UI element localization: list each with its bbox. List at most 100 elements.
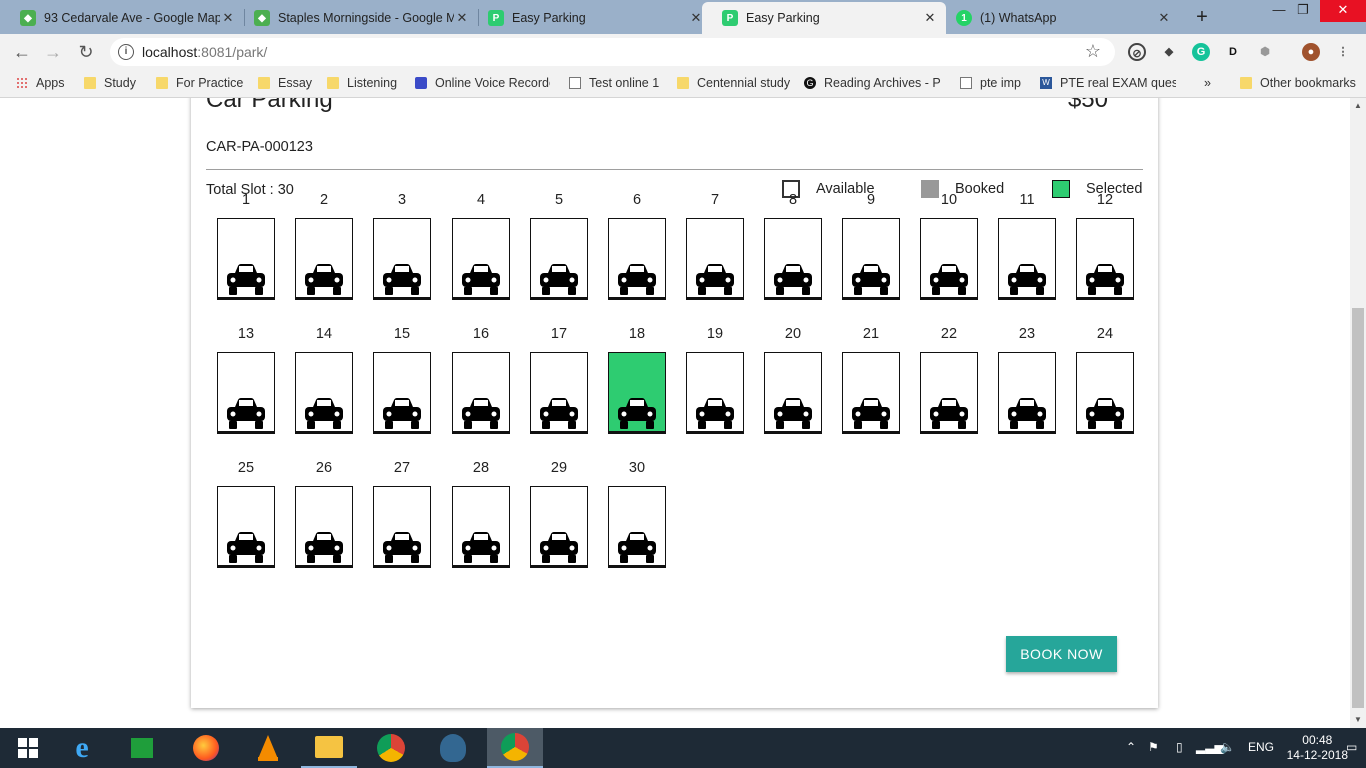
parking-slot-available[interactable] <box>1076 218 1134 300</box>
parking-slot-available[interactable] <box>373 218 431 300</box>
bookmark-item[interactable]: Listening <box>327 76 397 90</box>
parking-slot-available[interactable] <box>217 218 275 300</box>
parking-slot-available[interactable] <box>295 218 353 300</box>
forward-button[interactable]: → <box>41 40 65 64</box>
parking-slot-available[interactable] <box>920 218 978 300</box>
page-scrollbar[interactable]: ▲ ▼ <box>1350 98 1366 728</box>
parking-slot-available[interactable] <box>373 352 431 434</box>
slot-number: 18 <box>628 326 646 342</box>
overflow-chevron-icon: » <box>1204 76 1211 90</box>
other-bookmarks[interactable]: Other bookmarks <box>1240 76 1356 90</box>
bookmark-label: Listening <box>347 76 398 90</box>
block-extension-icon[interactable]: ⊘ <box>1128 43 1146 61</box>
bookmark-star-icon[interactable]: ☆ <box>1085 41 1101 62</box>
bookmark-item[interactable]: Study <box>84 76 136 90</box>
parking-slot-available[interactable] <box>373 486 431 568</box>
browser-tab[interactable]: ◆ 93 Cedarvale Ave - Google Map ✕ <box>0 2 244 34</box>
taskbar-chrome-active[interactable] <box>487 728 543 768</box>
site-info-icon[interactable]: i <box>118 44 134 60</box>
parking-slot-available[interactable] <box>452 218 510 300</box>
back-button[interactable]: ← <box>10 40 34 64</box>
book-now-button[interactable]: BOOK NOW <box>1006 636 1117 672</box>
parking-slot-available[interactable] <box>920 352 978 434</box>
grammarly-icon[interactable]: G <box>1192 43 1210 61</box>
bookmark-item[interactable]: Test online 1 <box>569 76 659 90</box>
bookmark-item[interactable]: G Reading Archives - P <box>804 76 942 90</box>
taskbar-internet-explorer[interactable]: e <box>54 728 110 768</box>
notifications-icon[interactable]: ▭ <box>1346 740 1357 754</box>
dictionary-extension-icon[interactable]: D <box>1224 43 1242 61</box>
taskbar-pgadmin[interactable] <box>425 728 481 768</box>
parking-slot-available[interactable] <box>217 486 275 568</box>
bookmark-label: Other bookmarks <box>1260 76 1356 90</box>
parking-slot-available[interactable] <box>764 218 822 300</box>
parking-slot-available[interactable] <box>1076 352 1134 434</box>
bookmark-item[interactable]: Apps <box>16 76 65 90</box>
reading-icon: G <box>804 77 816 89</box>
parking-slot-available[interactable] <box>998 352 1056 434</box>
close-window-button[interactable]: ✕ <box>1320 0 1366 22</box>
parking-slot-available[interactable] <box>686 218 744 300</box>
bookmarks-overflow-button[interactable]: » <box>1204 76 1211 90</box>
bookmark-item[interactable]: pte imp <box>960 76 1021 90</box>
easy-parking-icon: P <box>488 10 504 26</box>
slot-number: 1 <box>241 192 251 208</box>
parking-slot-available[interactable] <box>842 352 900 434</box>
bookmark-item[interactable]: W PTE real EXAM quest <box>1040 76 1176 90</box>
clock-date: 14-12-2018 <box>1286 748 1348 762</box>
taskbar-store[interactable] <box>114 728 170 768</box>
browser-tab[interactable]: P Easy Parking ✕ <box>468 2 712 34</box>
parking-slot-available[interactable] <box>608 218 666 300</box>
parking-slot-available[interactable] <box>295 352 353 434</box>
browser-tab[interactable]: 1 (1) WhatsApp ✕ <box>936 2 1180 34</box>
volume-icon[interactable]: 🔈 <box>1220 740 1235 754</box>
browser-tab-active[interactable]: P Easy Parking ✕ <box>702 2 946 34</box>
car-icon <box>540 398 578 429</box>
taskbar-chrome[interactable] <box>363 728 419 768</box>
language-indicator[interactable]: ENG <box>1248 740 1274 754</box>
taskbar-firefox[interactable] <box>178 728 234 768</box>
clock[interactable]: 00:48 14-12-2018 <box>1287 733 1348 763</box>
eraser-extension-icon[interactable]: ◆ <box>1160 43 1178 61</box>
taskbar-file-explorer[interactable] <box>301 728 357 768</box>
parking-slot-available[interactable] <box>452 486 510 568</box>
parking-slot-available[interactable] <box>998 218 1056 300</box>
profile-avatar[interactable]: ● <box>1302 43 1320 61</box>
parking-slot-available[interactable] <box>530 218 588 300</box>
scrollbar-thumb[interactable] <box>1352 308 1364 708</box>
parking-slot-available[interactable] <box>608 486 666 568</box>
scroll-down-arrow-icon[interactable]: ▼ <box>1350 712 1366 728</box>
parking-slot-available[interactable] <box>217 352 275 434</box>
scroll-up-arrow-icon[interactable]: ▲ <box>1350 98 1366 114</box>
parking-slot-available[interactable] <box>452 352 510 434</box>
start-button[interactable] <box>0 728 56 768</box>
address-bar[interactable]: i localhost:8081/park/ ☆ <box>110 38 1115 66</box>
car-icon <box>852 264 890 295</box>
car-icon <box>618 532 656 563</box>
browser-tab[interactable]: ◆ Staples Morningside - Google M ✕ <box>234 2 478 34</box>
page-icon <box>569 77 581 89</box>
bookmark-label: pte imp <box>980 76 1021 90</box>
battery-icon[interactable]: ▯ <box>1176 740 1183 754</box>
shield-extension-icon[interactable]: ⬢ <box>1256 43 1274 61</box>
bookmark-item[interactable]: Online Voice Recorde <box>415 76 550 90</box>
parking-slot-available[interactable] <box>764 352 822 434</box>
parking-slot-available[interactable] <box>686 352 744 434</box>
parking-slot-available[interactable] <box>842 218 900 300</box>
show-hidden-icons-icon[interactable]: ⌃ <box>1126 740 1136 754</box>
parking-slot-available[interactable] <box>295 486 353 568</box>
new-tab-button[interactable]: + <box>1190 5 1214 29</box>
menu-icon[interactable]: ⋮ <box>1334 43 1352 61</box>
parking-slot-available[interactable] <box>530 486 588 568</box>
url-text[interactable]: localhost:8081/park/ <box>142 44 267 60</box>
parking-slot-available[interactable] <box>530 352 588 434</box>
reload-button[interactable]: ↻ <box>74 40 98 64</box>
bookmark-label: Study <box>104 76 136 90</box>
bookmark-item[interactable]: For Practice <box>156 76 243 90</box>
bookmark-item[interactable]: Essay <box>258 76 312 90</box>
action-flag-icon[interactable]: ⚑ <box>1148 740 1159 754</box>
taskbar-vlc[interactable] <box>240 728 296 768</box>
close-tab-icon[interactable]: ✕ <box>1156 10 1172 26</box>
bookmark-item[interactable]: Centennial study <box>677 76 790 90</box>
parking-slot-selected[interactable] <box>608 352 666 434</box>
